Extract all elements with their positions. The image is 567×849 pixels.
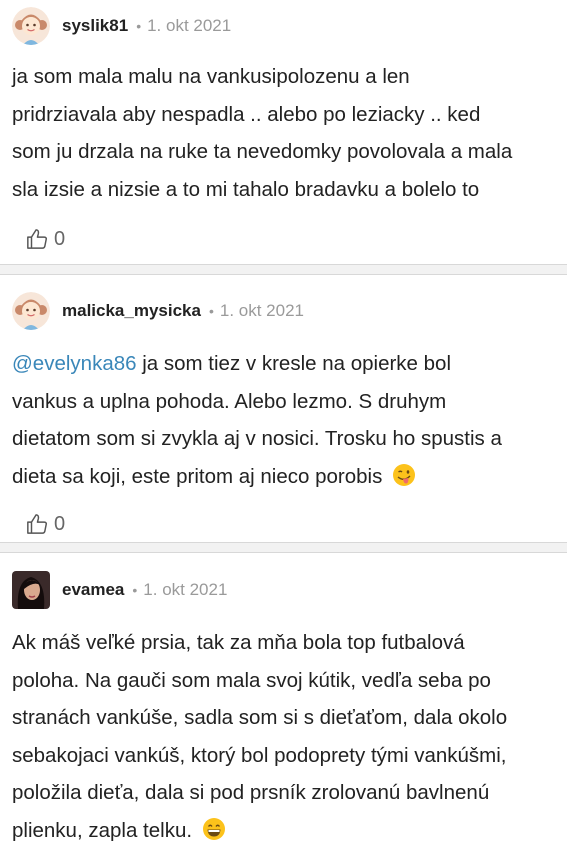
winking-tongue-emoji [392,463,416,487]
like-count: 0 [54,228,65,251]
separator-dot: • [136,18,141,34]
username[interactable]: evamea [62,580,124,600]
username[interactable]: malicka_mysicka [62,301,201,321]
text-line: ja som mala malu na vankusipolozenu a le… [12,58,567,96]
like-count: 0 [54,513,65,536]
thumbs-up-icon[interactable] [26,513,48,535]
text-line: stranách vankúše, sadla som si s dieťaťo… [12,699,567,737]
text-line: pridrziavala aby nespadla .. alebo po le… [12,96,567,134]
like-bar: 0 [26,509,567,539]
comment-text: Ak máš veľké prsia, tak za mňa bola top … [12,624,567,849]
photo-avatar [12,571,50,609]
comment: malicka_mysicka • 1. okt 2021 @evelynka8… [0,275,567,542]
text-line: som ju drzala na ruke ta nevedomky povol… [12,133,567,171]
comment-divider [0,264,567,275]
separator-dot: • [132,582,137,598]
text-line: dietatom som si zvykla aj v nosici. Tros… [12,420,567,458]
girl-avatar-icon [12,7,50,45]
avatar[interactable] [12,571,50,609]
comment-header: evamea • 1. okt 2021 [12,578,567,602]
comment-text: @evelynka86 ja som tiez v kresle na opie… [12,345,567,495]
text-line: sla izsie a nizsie a to mi tahalo bradav… [12,171,567,209]
text-line: položila dieťa, dala si pod prsník zrolo… [12,774,567,812]
avatar[interactable] [12,292,50,330]
text-line: Ak máš veľké prsia, tak za mňa bola top … [12,624,567,662]
thumbs-up-icon[interactable] [26,228,48,250]
text-fragment: ja som tiez v kresle na opierke bol [137,352,451,375]
like-bar: 0 [26,224,567,254]
comment-header: malicka_mysicka • 1. okt 2021 [12,299,567,323]
text-fragment: dieta sa koji, este pritom aj nieco poro… [12,465,382,488]
separator-dot: • [209,303,214,319]
comment-date: 1. okt 2021 [220,301,304,321]
comment: syslik81 • 1. okt 2021 ja som mala malu … [0,0,567,264]
comment-date: 1. okt 2021 [147,16,231,36]
text-line: vankus a uplna pohoda. Alebo lezmo. S dr… [12,383,567,421]
text-fragment: plienku, zapla telku. [12,819,192,842]
text-line: @evelynka86 ja som tiez v kresle na opie… [12,345,567,383]
comment-header: syslik81 • 1. okt 2021 [12,14,567,38]
text-line: sebakojaci vankúš, ktorý bol podoprety t… [12,737,567,775]
user-mention-link[interactable]: @evelynka86 [12,352,137,375]
text-line: plienku, zapla telku. [12,812,567,849]
comment-date: 1. okt 2021 [143,580,227,600]
girl-avatar-icon [12,292,50,330]
avatar[interactable] [12,7,50,45]
comment-divider [0,542,567,553]
text-line: poloha. Na gauči som mala svoj kútik, ve… [12,662,567,700]
comment: evamea • 1. okt 2021 Ak máš veľké prsia,… [0,553,567,849]
comment-text: ja som mala malu na vankusipolozenu a le… [12,58,567,208]
text-line: dieta sa koji, este pritom aj nieco poro… [12,458,567,496]
username[interactable]: syslik81 [62,16,128,36]
